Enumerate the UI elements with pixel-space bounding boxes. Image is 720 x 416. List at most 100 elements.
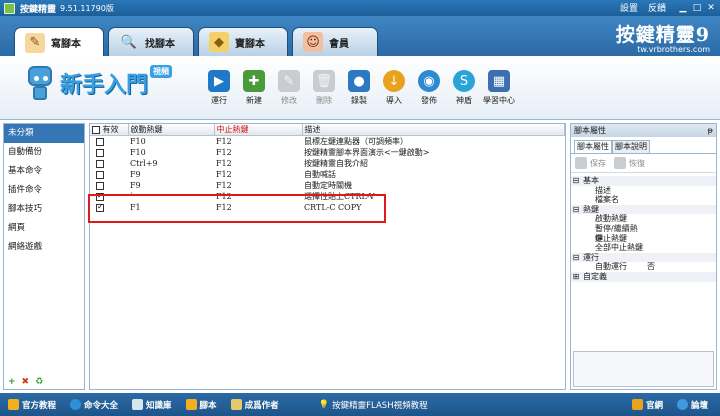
property-row[interactable]: 描述 xyxy=(571,186,716,196)
property-group[interactable]: ⊟ 熱鍵 xyxy=(571,204,716,215)
enabled-checkbox[interactable] xyxy=(96,160,104,168)
collapse-icon[interactable]: ⊟ xyxy=(571,253,581,263)
app-version: 9.51.11790版 xyxy=(60,3,114,13)
beginner-guide-logo[interactable]: 新手入門 xyxy=(26,64,148,102)
pin-icon[interactable]: ᵽ xyxy=(708,124,713,137)
table-row[interactable]: F10 F12 鼠標左鍵連點器（可調頻率） xyxy=(90,136,565,148)
table-row[interactable]: F9 F12 自動定時關機 xyxy=(90,180,565,191)
tab-script-description[interactable]: 腳本說明 xyxy=(612,140,650,153)
start-hotkey-cell: F10 xyxy=(130,137,146,146)
category-item[interactable]: 網絡遊戲 xyxy=(4,238,84,257)
table-row[interactable]: F9 F12 自動喊話 xyxy=(90,169,565,180)
settings-link[interactable]: 設置 xyxy=(620,1,638,14)
maximize-button[interactable]: □ xyxy=(690,1,704,14)
property-group[interactable]: ⊞ 自定義 xyxy=(571,271,716,282)
learning-center-button[interactable]: ▦ 學習中心 xyxy=(482,70,516,106)
magnifier-icon: 🔍 xyxy=(120,34,138,50)
category-item[interactable]: 未分類 xyxy=(4,124,84,143)
property-row[interactable]: 中止熱鍵 xyxy=(571,234,716,244)
property-row[interactable]: 自動運行否 xyxy=(571,262,716,272)
collapse-icon[interactable]: ⊟ xyxy=(571,205,581,215)
select-all-checkbox[interactable] xyxy=(92,125,100,134)
video-badge[interactable]: 視頻 xyxy=(150,65,172,78)
tab-find-script[interactable]: 🔍 找腳本 xyxy=(108,27,194,56)
lightbulb-icon: 💡 xyxy=(318,399,330,410)
enabled-checkbox[interactable] xyxy=(96,149,104,157)
column-enabled[interactable]: 有效 xyxy=(90,124,129,136)
script-grid: 有效 啟動熱鍵 中止熱鍵 描述 F10 F12 鼠標左鍵連點器（可調頻率） F1… xyxy=(89,123,566,390)
stop-hotkey-cell: F12 xyxy=(216,181,232,190)
category-actions: + ✖ ♻ xyxy=(8,377,49,387)
publish-icon: ◉ xyxy=(418,70,440,92)
author-icon xyxy=(230,399,242,410)
tab-treasure-script[interactable]: ◆ 寶腳本 xyxy=(198,27,288,56)
trash-icon: 🗑 xyxy=(313,70,335,92)
table-row[interactable]: F10 F12 按鍵精靈腳本界面演示<一鍵啟動> xyxy=(90,147,565,158)
import-icon: ↓ xyxy=(383,70,405,92)
enabled-checkbox[interactable] xyxy=(96,171,104,179)
delete-category-icon[interactable]: ✖ xyxy=(22,377,30,387)
category-item[interactable]: 自動備份 xyxy=(4,143,84,162)
become-author-link[interactable]: 成爲作者 xyxy=(230,399,279,411)
app-icon xyxy=(4,2,15,14)
property-group[interactable]: ⊟ 運行 xyxy=(571,252,716,263)
toolbar-label: 新建 xyxy=(246,96,262,105)
description-cell: 自動喊話 xyxy=(304,170,336,179)
enabled-checkbox[interactable] xyxy=(96,182,104,190)
flash-tutorial-tip[interactable]: 💡 按鍵精靈FLASH視頻教程 xyxy=(319,399,428,411)
commands-link[interactable]: 命令大全 xyxy=(70,399,118,411)
table-row[interactable]: Ctrl+9 F12 按鍵精靈自我介紹 xyxy=(90,158,565,169)
tab-script-properties[interactable]: 腳本屬性 xyxy=(574,140,612,153)
minimize-button[interactable]: ▁ xyxy=(676,1,690,14)
publish-button[interactable]: ◉ 發佈 xyxy=(412,70,446,106)
property-row[interactable]: 全部中止熱鍵 xyxy=(571,243,716,253)
new-script-icon: ✚ xyxy=(243,70,265,92)
tab-member[interactable]: ☺ 會員 xyxy=(292,27,378,56)
delete-button[interactable]: 🗑 刪除 xyxy=(307,70,341,106)
properties-title-text: 腳本屬性 xyxy=(574,126,606,135)
column-description[interactable]: 描述 xyxy=(302,124,565,136)
restore-icon xyxy=(614,157,626,169)
save-button[interactable]: 保存 xyxy=(575,157,606,169)
column-stop-hotkey[interactable]: 中止熱鍵 xyxy=(214,124,303,136)
tab-label: 寶腳本 xyxy=(235,38,265,50)
category-item[interactable]: 基本命令 xyxy=(4,162,84,181)
forum-icon xyxy=(676,399,688,410)
collapse-icon[interactable]: ⊟ xyxy=(571,176,581,186)
column-start-hotkey[interactable]: 啟動熱鍵 xyxy=(128,124,215,136)
shield-button[interactable]: S 神盾 xyxy=(447,70,481,106)
category-item[interactable]: 插件命令 xyxy=(4,181,84,200)
forum-link[interactable]: 論壇 xyxy=(676,399,708,411)
restore-button[interactable]: 恢復 xyxy=(614,157,645,169)
knowledge-base-link[interactable]: 知識庫 xyxy=(132,399,172,411)
category-item[interactable]: 網頁 xyxy=(4,219,84,238)
property-row[interactable]: 檔案名 xyxy=(571,195,716,205)
tab-write-script[interactable]: ✎ 寫腳本 xyxy=(14,27,104,57)
edit-button[interactable]: ✎ 修改 xyxy=(272,70,306,106)
enabled-checkbox[interactable] xyxy=(96,138,104,146)
expand-icon[interactable]: ⊞ xyxy=(571,272,581,282)
record-button[interactable]: ● 錄製 xyxy=(342,70,376,106)
add-category-icon[interactable]: + xyxy=(8,377,16,387)
close-button[interactable]: ✕ xyxy=(704,1,718,14)
property-row[interactable]: 啟動熱鍵 xyxy=(571,214,716,224)
brand-name: 按鍵精靈9 xyxy=(615,24,710,46)
property-group[interactable]: ⊟ 基本 xyxy=(571,176,716,186)
run-button[interactable]: ▶ 運行 xyxy=(202,70,236,106)
description-cell: 自動定時關機 xyxy=(304,181,352,190)
property-row[interactable]: 暫停/繼續熱鍵 xyxy=(571,224,716,243)
toolbar: ▶ 運行 ✚ 新建 ✎ 修改 🗑 刪除 ● 錄製 ↓ 導入 ◉ 發佈 S 神盾 xyxy=(202,70,517,106)
refresh-category-icon[interactable]: ♻ xyxy=(35,377,43,387)
category-item[interactable]: 腳本技巧 xyxy=(4,200,84,219)
home-icon xyxy=(631,399,643,410)
description-cell: 按鍵精靈腳本界面演示<一鍵啟動> xyxy=(304,148,430,157)
run-icon: ▶ xyxy=(208,70,230,92)
official-tutorial-link[interactable]: 官方教程 xyxy=(8,399,56,411)
feedback-link[interactable]: 反饋 xyxy=(648,1,666,14)
new-button[interactable]: ✚ 新建 xyxy=(237,70,271,106)
official-site-link[interactable]: 官網 xyxy=(631,399,663,411)
beginner-guide-text: 新手入門 xyxy=(60,73,149,98)
import-button[interactable]: ↓ 導入 xyxy=(377,70,411,106)
script-link[interactable]: 腳本 xyxy=(185,399,217,411)
title-bar-controls: 設置 反饋 ▁ □ ✕ xyxy=(620,1,718,15)
